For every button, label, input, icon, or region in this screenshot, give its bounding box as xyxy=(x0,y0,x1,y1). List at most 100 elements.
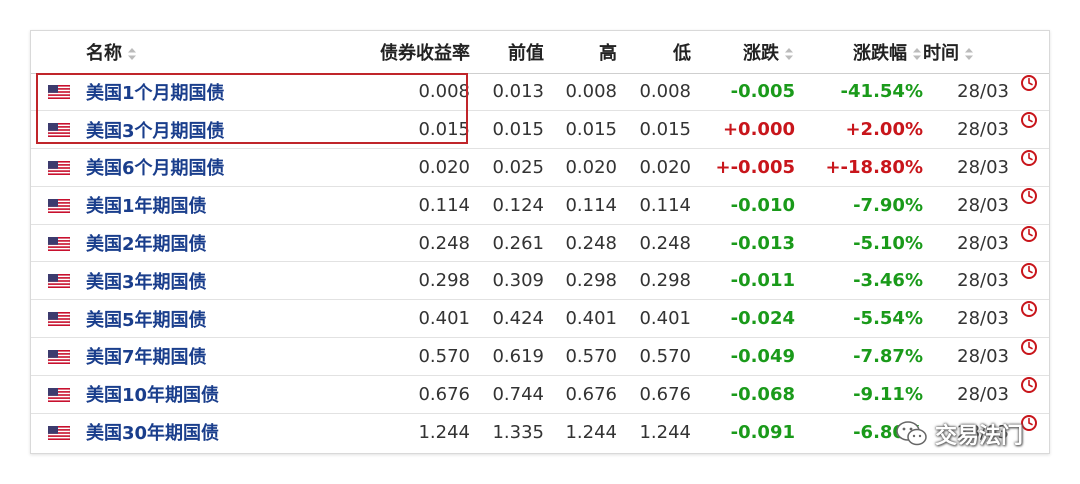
header-clock xyxy=(1009,31,1049,74)
table-row[interactable]: 美国10年期国债 0.676 0.744 0.676 0.676 -0.068 … xyxy=(31,375,1049,414)
clock-icon[interactable] xyxy=(1020,338,1038,356)
time-cell: 28/03 xyxy=(957,383,1009,405)
table-row[interactable]: 美国1个月期国债 0.008 0.013 0.008 0.008 -0.005 … xyxy=(31,73,1049,111)
change-cell: -0.068 xyxy=(730,383,795,405)
bond-name-link[interactable]: 美国1年期国债 xyxy=(86,196,207,217)
header-time[interactable]: 时间 xyxy=(923,31,1009,74)
clock-cell[interactable] xyxy=(1009,186,1049,224)
flag-cell xyxy=(31,224,86,262)
table-row[interactable]: 美国3个月期国债 0.015 0.015 0.015 0.015 +0.000 … xyxy=(31,111,1049,149)
header-high-label: 高 xyxy=(599,42,617,64)
bond-name-link[interactable]: 美国6个月期国债 xyxy=(86,158,225,179)
bond-name-link[interactable]: 美国5年期国债 xyxy=(86,310,207,331)
prev-cell: 0.424 xyxy=(492,308,544,330)
clock-cell[interactable] xyxy=(1009,224,1049,262)
bond-name-cell: 美国3个月期国债 xyxy=(86,111,306,149)
sort-icon xyxy=(913,47,921,60)
prev-cell: 0.015 xyxy=(492,119,544,141)
low-cell: 0.020 xyxy=(639,156,691,178)
change-pct-cell: +-18.80% xyxy=(825,156,923,178)
header-name[interactable]: 名称 xyxy=(86,31,306,74)
header-low-label: 低 xyxy=(673,42,691,64)
table-row[interactable]: 美国30年期国债 1.244 1.335 1.244 1.244 -0.091 … xyxy=(31,413,1049,451)
us-flag-icon xyxy=(47,160,70,175)
clock-cell[interactable] xyxy=(1009,300,1049,338)
clock-icon[interactable] xyxy=(1020,376,1038,394)
bond-yield-table-panel: 名称 债券收益率 前值 高 低 涨跌 涨跌幅 时间 美国1个月期国债 0.008… xyxy=(30,30,1050,454)
time-cell: 28/03 xyxy=(957,308,1009,330)
clock-icon[interactable] xyxy=(1020,149,1038,167)
us-flag-icon xyxy=(47,312,70,327)
table-header-row: 名称 债券收益率 前值 高 低 涨跌 涨跌幅 时间 xyxy=(31,31,1049,74)
clock-cell[interactable] xyxy=(1009,111,1049,149)
header-change-pct-label: 涨跌幅 xyxy=(853,42,907,64)
clock-icon[interactable] xyxy=(1020,225,1038,243)
low-cell: 0.298 xyxy=(639,270,691,292)
low-cell: 0.570 xyxy=(639,345,691,367)
flag-cell xyxy=(31,338,86,376)
clock-icon[interactable] xyxy=(1020,187,1038,205)
change-cell: -0.011 xyxy=(730,270,795,292)
header-change[interactable]: 涨跌 xyxy=(691,31,795,74)
clock-cell[interactable] xyxy=(1009,413,1049,451)
clock-icon[interactable] xyxy=(1020,74,1038,92)
clock-cell[interactable] xyxy=(1009,73,1049,111)
high-cell: 0.008 xyxy=(565,81,617,103)
table-row[interactable]: 美国2年期国债 0.248 0.261 0.248 0.248 -0.013 -… xyxy=(31,224,1049,262)
clock-cell[interactable] xyxy=(1009,149,1049,187)
bond-name-cell: 美国5年期国债 xyxy=(86,300,306,338)
high-cell: 0.020 xyxy=(565,156,617,178)
bond-name-link[interactable]: 美国30年期国债 xyxy=(86,423,219,444)
us-flag-icon xyxy=(47,349,70,364)
clock-icon[interactable] xyxy=(1020,262,1038,280)
time-cell: 28/03 xyxy=(957,81,1009,103)
table-row[interactable]: 美国3年期国债 0.298 0.309 0.298 0.298 -0.011 -… xyxy=(31,262,1049,300)
clock-cell[interactable] xyxy=(1009,375,1049,413)
change-pct-cell: -5.54% xyxy=(853,308,923,330)
header-yield: 债券收益率 xyxy=(306,31,470,74)
yield-cell: 0.676 xyxy=(418,383,470,405)
change-cell: -0.005 xyxy=(730,81,795,103)
header-change-pct[interactable]: 涨跌幅 xyxy=(795,31,923,74)
table-row[interactable]: 美国1年期国债 0.114 0.124 0.114 0.114 -0.010 -… xyxy=(31,186,1049,225)
clock-icon[interactable] xyxy=(1020,111,1038,129)
change-pct-cell: +2.00% xyxy=(845,119,923,141)
bond-name-link[interactable]: 美国3年期国债 xyxy=(86,272,207,293)
clock-cell[interactable] xyxy=(1009,262,1049,300)
bond-name-link[interactable]: 美国2年期国债 xyxy=(86,234,207,255)
bond-name-link[interactable]: 美国1个月期国债 xyxy=(86,83,225,104)
bond-name-link[interactable]: 美国3个月期国债 xyxy=(86,121,225,142)
time-cell: 28/03 xyxy=(957,270,1009,292)
clock-icon[interactable] xyxy=(1020,414,1038,432)
time-cell: 28/03 xyxy=(957,421,1009,443)
table-row[interactable]: 美国7年期国债 0.570 0.619 0.570 0.570 -0.049 -… xyxy=(31,338,1049,376)
bond-yield-table: 名称 债券收益率 前值 高 低 涨跌 涨跌幅 时间 美国1个月期国债 0.008… xyxy=(31,31,1049,451)
yield-cell: 0.401 xyxy=(418,308,470,330)
bond-name-link[interactable]: 美国10年期国债 xyxy=(86,385,219,406)
bond-name-cell: 美国1年期国债 xyxy=(86,186,306,224)
bond-name-cell: 美国7年期国债 xyxy=(86,338,306,376)
header-change-label: 涨跌 xyxy=(743,42,779,64)
high-cell: 1.244 xyxy=(565,421,617,443)
prev-cell: 0.124 xyxy=(492,194,544,216)
bond-name-link[interactable]: 美国7年期国债 xyxy=(86,347,207,368)
prev-cell: 0.309 xyxy=(492,270,544,292)
clock-icon[interactable] xyxy=(1020,300,1038,318)
high-cell: 0.015 xyxy=(565,119,617,141)
low-cell: 0.015 xyxy=(639,119,691,141)
header-flag xyxy=(31,31,86,74)
bond-name-cell: 美国6个月期国债 xyxy=(86,149,306,187)
table-row[interactable]: 美国6个月期国债 0.020 0.025 0.020 0.020 +-0.005… xyxy=(31,149,1049,187)
header-time-label: 时间 xyxy=(923,42,959,64)
table-row[interactable]: 美国5年期国债 0.401 0.424 0.401 0.401 -0.024 -… xyxy=(31,300,1049,338)
yield-cell: 0.008 xyxy=(418,81,470,103)
change-pct-cell: -5.10% xyxy=(853,232,923,254)
low-cell: 1.244 xyxy=(639,421,691,443)
change-cell: -0.024 xyxy=(730,308,795,330)
table-body: 美国1个月期国债 0.008 0.013 0.008 0.008 -0.005 … xyxy=(31,73,1049,451)
clock-cell[interactable] xyxy=(1009,338,1049,376)
bond-name-cell: 美国30年期国债 xyxy=(86,413,306,451)
flag-cell xyxy=(31,375,86,413)
time-cell: 28/03 xyxy=(957,119,1009,141)
change-cell: -0.013 xyxy=(730,232,795,254)
